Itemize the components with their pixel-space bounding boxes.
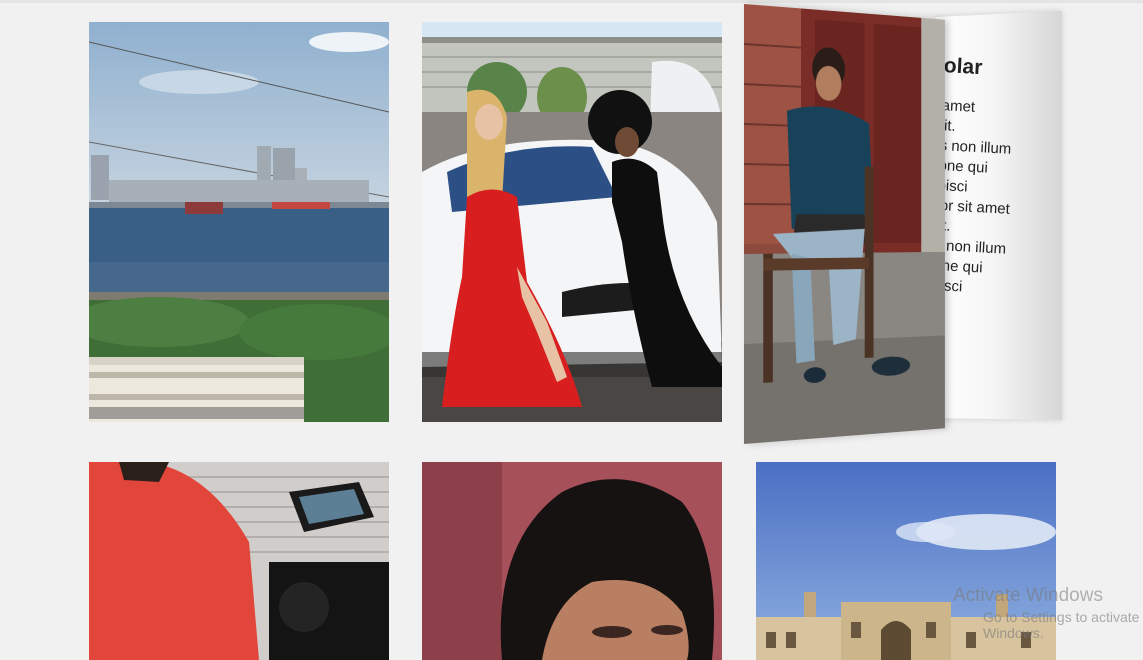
girl-portrait-photo xyxy=(422,462,722,660)
harbor-photo xyxy=(89,22,389,422)
gallery-card-camera-photo[interactable] xyxy=(89,462,389,660)
car-fashion-photo xyxy=(422,22,722,422)
top-border xyxy=(0,0,1143,3)
gallery-card-girl-photo[interactable] xyxy=(422,462,722,660)
flip-card-front xyxy=(744,4,945,444)
gallery-card-car-photo[interactable] xyxy=(422,22,722,422)
man-on-chair-photo xyxy=(744,4,945,444)
windows-activation-watermark: Activate Windows xyxy=(953,585,1103,606)
flip-card-back-text: olar amet lit. s non illum one qui bisci… xyxy=(932,54,1059,302)
windows-activation-subtitle: Go to Settings to activate Windows. xyxy=(983,609,1140,641)
camera-operator-photo xyxy=(89,462,389,660)
gallery-card-harbor-photo[interactable] xyxy=(89,22,389,422)
flip-card-man-photo[interactable]: olar amet lit. s non illum one qui bisci… xyxy=(744,4,1074,449)
